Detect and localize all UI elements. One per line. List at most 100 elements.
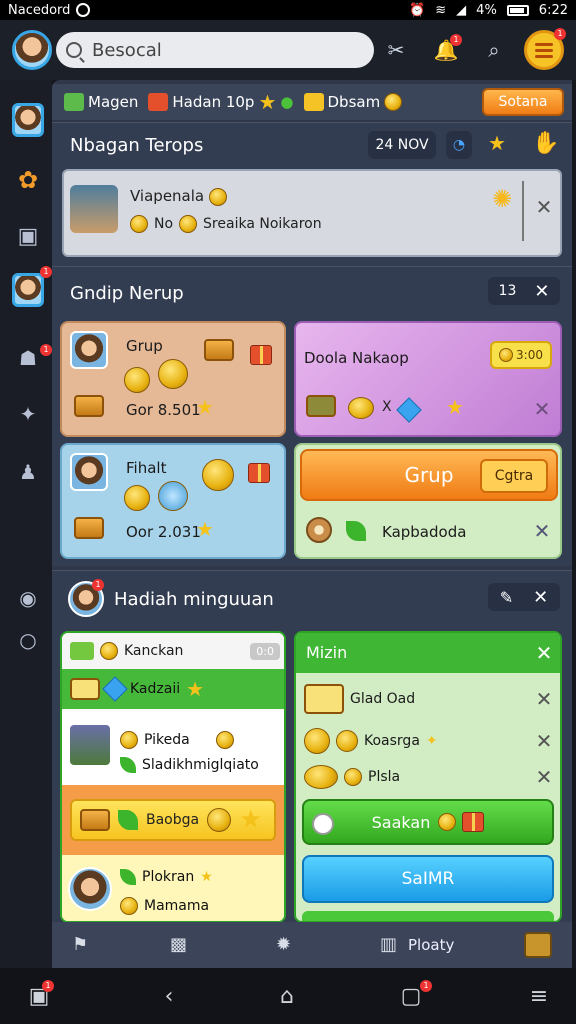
list-item[interactable]: Plokran ★ Mamama — [62, 855, 284, 921]
notification-sub-right: Sreaika Noikaron — [203, 216, 322, 232]
toolbar-item-label: Magen — [88, 93, 139, 111]
chest-icon — [306, 395, 336, 417]
coin-icon — [100, 642, 118, 660]
reward-controls[interactable]: ✎ ✕ — [488, 583, 560, 611]
sidebar-avatar-icon[interactable] — [12, 103, 44, 137]
gem-coin-icon — [158, 481, 188, 511]
coin-icon — [179, 215, 198, 233]
tab-wallet-icon[interactable] — [524, 932, 552, 958]
list-item-label: Pikeda — [144, 732, 190, 748]
section-title: Gndip Nerup — [70, 283, 184, 304]
tab-gallery-icon[interactable]: ▩ — [170, 934, 187, 955]
sidebar-chat-icon[interactable]: ▣ — [12, 220, 44, 252]
reward-avatar-badge: 1 — [92, 579, 104, 591]
sidebar-friend-icon[interactable] — [12, 273, 44, 307]
toolbar-item-1[interactable]: Magen — [64, 93, 138, 111]
book-icon — [148, 93, 169, 111]
notification-sub-row: No Sreaika Noikaron — [130, 215, 322, 233]
nav-chat-badge: 1 — [420, 980, 432, 992]
close-icon[interactable]: ✕ — [534, 197, 554, 217]
group-join-label: Grup — [404, 463, 454, 487]
close-icon[interactable]: ✕ — [534, 281, 549, 302]
menu-icon[interactable]: ≡ — [524, 984, 554, 1010]
sidebar-ghost-badge: 1 — [40, 344, 52, 356]
hand-icon[interactable]: ✋ — [532, 131, 559, 156]
star-icon: ★ — [200, 869, 213, 885]
list-item[interactable]: Plsla ✕ — [296, 757, 560, 797]
coin-icon — [202, 459, 234, 491]
back-icon[interactable]: ‹ — [154, 984, 184, 1010]
close-icon[interactable]: ✕ — [532, 399, 552, 419]
tab-settings-icon[interactable]: ✹ — [276, 934, 291, 955]
notification-card[interactable]: Viapenala No Sreaika Noikaron ✺ ✕ — [62, 169, 562, 257]
group-count-control[interactable]: 13 ✕ — [488, 277, 560, 305]
sidebar-pet-icon[interactable]: ✿ — [12, 164, 44, 196]
list-item-label: Glad Oad — [350, 691, 416, 707]
tools-icon[interactable]: ✂ — [378, 32, 414, 68]
tab-shop-label[interactable]: Ploaty — [408, 936, 454, 954]
edit-icon[interactable]: ✎ — [500, 588, 513, 607]
tab-home-icon[interactable]: ⚑ — [72, 934, 88, 955]
sidebar-ghost-icon[interactable]: ☗ — [12, 342, 44, 374]
clock-label: 6:22 — [538, 2, 568, 18]
star-icon[interactable]: ★ — [488, 133, 506, 153]
coin-icon — [207, 808, 232, 832]
list-item[interactable]: Kadzaii ★ — [62, 669, 284, 709]
check-icon — [120, 869, 136, 885]
close-icon[interactable]: ✕ — [534, 689, 554, 709]
group-count: 13 — [498, 283, 517, 299]
signal-icon: ◢ — [456, 2, 467, 18]
list-item[interactable]: Glad Oad ✕ — [296, 679, 560, 719]
coin-icon — [120, 897, 138, 915]
group-card-1[interactable]: Grup Gor 8.501 ★ — [60, 321, 286, 437]
bottom-tab-bar: ⚑ ▩ ✹ ▥ Ploaty — [52, 922, 572, 968]
tab-shop-icon[interactable]: ▥ — [380, 934, 397, 955]
toolbar-item-2[interactable]: Hadan 10p ★ ● — [148, 92, 294, 112]
reward-blue-button[interactable]: SaIMR — [302, 855, 554, 903]
toolbar-item-3[interactable]: Dbsam — [303, 93, 403, 111]
multiply-label: X — [382, 399, 392, 415]
close-icon[interactable]: ✕ — [533, 587, 548, 608]
carrier-label: Nacedord — [8, 2, 71, 18]
profile-avatar[interactable] — [12, 30, 52, 70]
group-avatar — [70, 331, 108, 369]
user-avatar — [68, 867, 112, 911]
search-icon — [66, 42, 82, 58]
group-join-button[interactable]: Grup Cgtra — [300, 449, 558, 501]
leaf-icon: ● — [280, 93, 294, 111]
list-item-label: Mamama — [144, 898, 210, 914]
close-icon[interactable]: ✕ — [534, 731, 554, 751]
reward-claim-button[interactable]: Baobga ★ — [70, 799, 276, 841]
cheese-icon — [304, 684, 344, 714]
chest-icon — [74, 517, 104, 539]
close-icon[interactable]: ✕ — [534, 767, 554, 787]
coin-icon — [208, 187, 227, 206]
card-title: Fihalt — [126, 459, 167, 477]
sidebar-ring-icon[interactable]: ○ — [12, 624, 44, 656]
sidebar-circle-icon[interactable]: ◉ — [12, 582, 44, 614]
list-item-label: Kanckan — [124, 643, 184, 659]
reward-blue-label: SaIMR — [401, 869, 455, 889]
group-secondary-button[interactable]: Cgtra — [480, 459, 548, 493]
date-badge[interactable]: 24 NOV — [368, 131, 436, 159]
search-button-icon[interactable]: ⌕ — [476, 32, 512, 68]
check-icon — [120, 757, 136, 773]
sidebar-user-icon[interactable]: ♟ — [12, 456, 44, 488]
toolbar-action-button[interactable]: Sotana — [482, 88, 564, 116]
list-item-row: Plokran ★ — [120, 869, 213, 885]
list-item[interactable]: Kanckan 0:0 — [62, 633, 284, 669]
home-icon[interactable]: ⌂ — [272, 984, 302, 1010]
close-icon[interactable]: ✕ — [532, 521, 552, 541]
sidebar-bird-icon[interactable]: ✦ — [12, 398, 44, 430]
star-icon: ★ — [196, 517, 214, 541]
search-input[interactable]: Besocal — [56, 32, 374, 68]
clock-icon[interactable]: ◔ — [446, 131, 472, 159]
list-item[interactable]: Koasrga ✦ ✕ — [296, 721, 560, 761]
list-item[interactable]: Pikeda Sladikhmiglqiato — [62, 709, 284, 785]
close-icon[interactable]: ✕ — [534, 643, 554, 663]
system-nav-bar: ▣ 1 ‹ ⌂ ▢ 1 ≡ — [0, 968, 576, 1024]
reward-green-button[interactable]: Saakan — [302, 799, 554, 845]
group-card-3[interactable]: Fihalt Oor 2.031 ★ — [60, 443, 286, 559]
reward-list-left: Kanckan 0:0 Kadzaii ★ Pikeda Sladikhmigl… — [60, 631, 286, 923]
group-card-2[interactable]: Doola Nakaop 3:00 X ★ ✕ — [294, 321, 562, 437]
